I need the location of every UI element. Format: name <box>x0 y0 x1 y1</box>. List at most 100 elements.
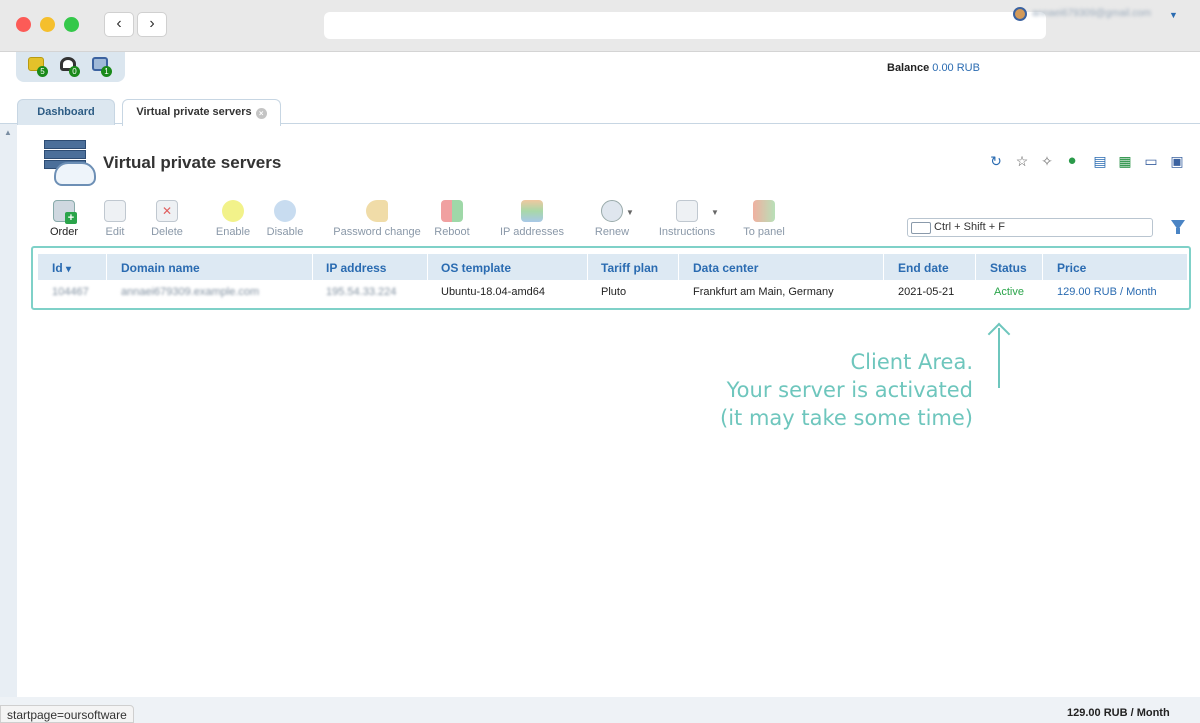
cell-ip: 195.54.33.224 <box>326 286 397 298</box>
column-header-ip[interactable]: IP address <box>326 261 386 275</box>
balance-value: 0.00 RUB <box>932 62 980 74</box>
enable-icon <box>222 200 244 222</box>
enable-label: Enable <box>215 226 251 238</box>
edit-icon <box>104 200 126 222</box>
address-bar[interactable] <box>324 12 1046 39</box>
disable-button[interactable]: Disable <box>263 200 307 238</box>
tab-virtual-private-servers[interactable]: Virtual private servers × <box>122 99 281 126</box>
disable-label: Disable <box>266 226 304 238</box>
status-url: startpage=oursoftware <box>0 705 134 723</box>
order-button[interactable]: + Order <box>48 200 80 238</box>
calendar-icon[interactable]: ▣ <box>1169 153 1185 169</box>
table-header: Id ▾ Domain name IP address OS template … <box>38 254 1187 280</box>
user-email[interactable]: annaei679309@gmail.com <box>1032 8 1151 19</box>
renew-button[interactable]: Renew ▼ <box>591 200 634 238</box>
notification-count: 0 <box>69 66 80 77</box>
cell-end-date: 2021-05-21 <box>898 286 955 298</box>
notification-count: 5 <box>37 66 48 77</box>
close-window-button[interactable] <box>16 17 31 32</box>
reboot-icon <box>441 200 463 222</box>
renew-icon <box>601 200 623 222</box>
app-header: 5 0 1 Balance 0.00 RUB <box>0 52 1200 92</box>
chevron-down-icon[interactable]: ▼ <box>1169 10 1178 20</box>
ip-addresses-label: IP addresses <box>499 226 564 238</box>
key-icon <box>366 200 388 222</box>
pin-icon[interactable]: ✧ <box>1039 153 1055 169</box>
delete-icon: ✕ <box>156 200 178 222</box>
column-header-price[interactable]: Price <box>1057 261 1086 275</box>
annotation-line-2: Your server is activated <box>726 378 973 402</box>
close-tab-icon[interactable]: × <box>255 108 267 119</box>
cell-id: 104467 <box>52 286 89 298</box>
user-avatar-icon[interactable] <box>1013 7 1027 21</box>
column-header-end-date[interactable]: End date <box>898 261 949 275</box>
reboot-label: Reboot <box>434 226 470 238</box>
tab-dashboard[interactable]: Dashboard <box>17 99 115 125</box>
column-header-id[interactable]: Id ▾ <box>52 261 71 275</box>
to-panel-button[interactable]: To panel <box>740 200 788 238</box>
tab-bar: Dashboard Virtual private servers × <box>0 92 1200 126</box>
password-change-button[interactable]: Password change <box>329 200 425 238</box>
order-label: Order <box>49 226 79 238</box>
reboot-button[interactable]: Reboot <box>432 200 472 238</box>
column-header-status[interactable]: Status <box>990 261 1027 275</box>
monitor-icon[interactable]: 1 <box>92 57 112 77</box>
chevron-down-icon: ▼ <box>711 208 719 217</box>
annotation-line-3: (it may take some time) <box>720 406 973 430</box>
enable-button[interactable]: Enable <box>213 200 253 238</box>
minimize-window-button[interactable] <box>40 17 55 32</box>
annotation-text: Client Area. Your server is activated (i… <box>700 348 973 432</box>
print-icon[interactable]: ▭ <box>1143 153 1159 169</box>
excel-icon[interactable]: ▦ <box>1117 153 1133 169</box>
scroll-up-icon[interactable]: ▲ <box>4 128 12 137</box>
footer-total: 129.00 RUB / Month <box>1067 707 1170 719</box>
star-icon[interactable]: ☆ <box>1014 153 1030 169</box>
chevron-down-icon: ▼ <box>626 208 634 217</box>
column-header-os[interactable]: OS template <box>441 261 511 275</box>
instructions-label: Instructions <box>658 226 716 238</box>
page-actions: ↻ ☆ ✧ ● ▤ ▦ ▭ ▣ <box>988 153 1190 171</box>
filter-icon[interactable] <box>1171 220 1185 234</box>
column-header-domain[interactable]: Domain name <box>121 261 200 275</box>
annotation-arrow-head <box>987 322 1011 346</box>
globe-icon[interactable]: ● <box>1064 153 1080 169</box>
search-input[interactable]: Ctrl + Shift + F <box>907 218 1153 237</box>
cell-price[interactable]: 129.00 RUB / Month <box>1057 286 1157 298</box>
page-title: Virtual private servers <box>103 153 282 172</box>
delete-button[interactable]: ✕ Delete <box>148 200 186 238</box>
footer-bar <box>0 697 1200 723</box>
maximize-window-button[interactable] <box>64 17 79 32</box>
instructions-button[interactable]: Instructions ▼ <box>655 200 719 238</box>
cell-tariff: Pluto <box>601 286 627 298</box>
search-hint: Ctrl + Shift + F <box>934 221 1005 233</box>
order-icon: + <box>53 200 77 224</box>
tab-label: Virtual private servers <box>136 106 252 118</box>
balance-label: Balance <box>887 62 930 74</box>
forward-button[interactable]: › <box>137 12 167 37</box>
to-panel-label: To panel <box>743 226 785 238</box>
to-panel-icon <box>753 200 775 222</box>
copy-icon[interactable]: ▤ <box>1092 153 1108 169</box>
edit-label: Edit <box>105 226 125 238</box>
edit-button[interactable]: Edit <box>100 200 130 238</box>
back-button[interactable]: ‹ <box>104 12 134 37</box>
status-badge: Active <box>994 286 1024 298</box>
table-row[interactable]: 104467 annaei679309.example.com 195.54.3… <box>38 280 1187 302</box>
cell-datacenter: Frankfurt am Main, Germany <box>693 286 834 298</box>
password-change-label: Password change <box>333 226 421 238</box>
cell-domain: annaei679309.example.com <box>121 286 260 298</box>
column-header-tariff[interactable]: Tariff plan <box>601 261 658 275</box>
tab-label: Dashboard <box>37 106 95 118</box>
instructions-icon <box>676 200 698 222</box>
delete-label: Delete <box>151 226 183 238</box>
support-icon[interactable]: 0 <box>60 57 80 77</box>
renew-label: Renew <box>594 226 630 238</box>
balance[interactable]: Balance 0.00 RUB <box>887 62 980 74</box>
column-header-datacenter[interactable]: Data center <box>693 261 758 275</box>
cell-os: Ubuntu-18.04-amd64 <box>441 286 545 298</box>
ip-addresses-button[interactable]: IP addresses <box>496 200 568 238</box>
tickets-icon[interactable]: 5 <box>28 57 48 77</box>
notifications-panel: 5 0 1 <box>16 52 125 82</box>
keyboard-search-icon <box>911 222 931 234</box>
refresh-icon[interactable]: ↻ <box>988 153 1004 169</box>
